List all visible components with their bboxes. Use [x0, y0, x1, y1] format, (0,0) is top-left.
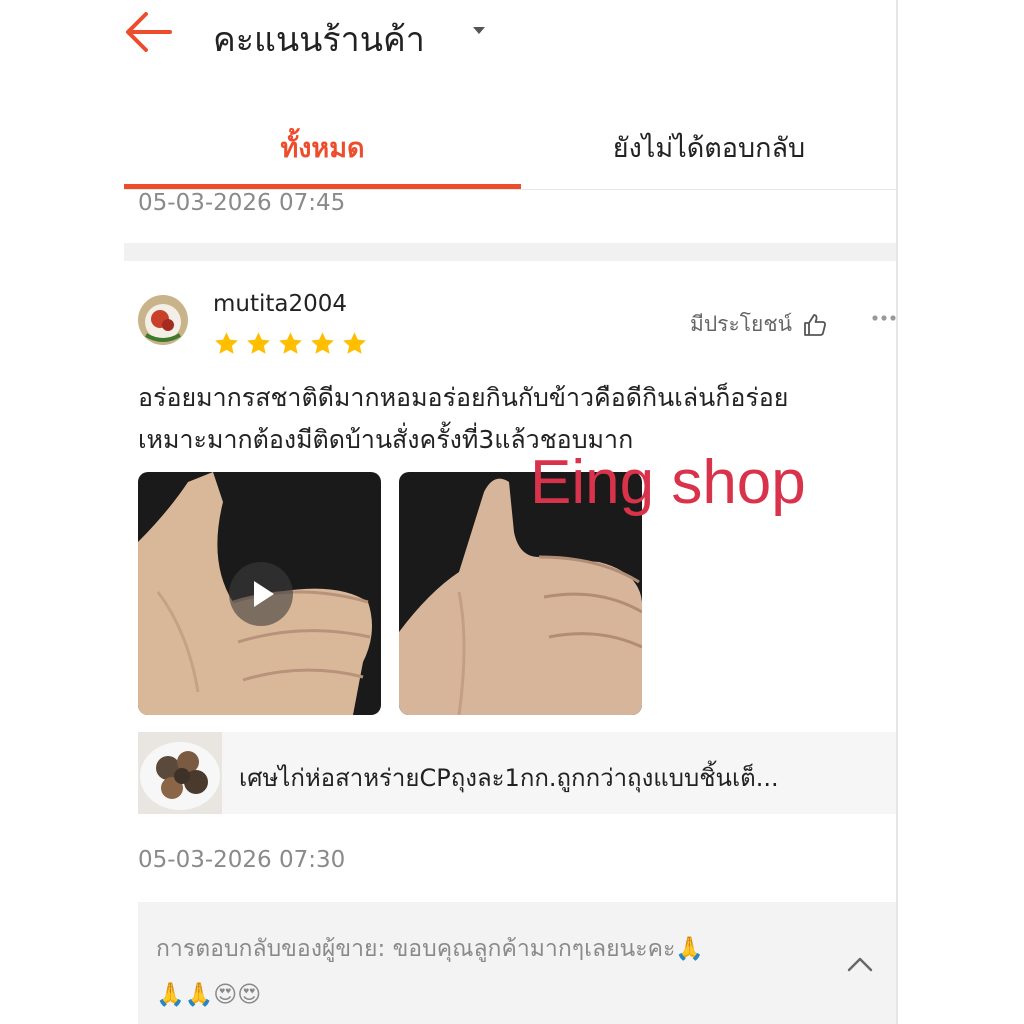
product-card[interactable]: เศษไก่ห่อสาหร่ายCPถุงละ1กก.ถูกกว่าถุงแบบ… [138, 732, 897, 814]
helpful-button[interactable]: มีประโยชน์ [690, 308, 828, 341]
seller-reply-text: การตอบกลับของผู้ขาย: ขอบคุณลูกค้ามากๆเลย… [156, 926, 816, 1018]
star-icon [311, 332, 334, 354]
arrow-left-icon[interactable] [124, 10, 174, 54]
tab-all[interactable]: ทั้งหมด [124, 126, 521, 169]
watermark: Eing shop [530, 448, 806, 517]
previous-review-timestamp: 05-03-2026 07:45 [138, 190, 346, 216]
more-dots-icon[interactable] [870, 308, 896, 328]
star-icon [343, 332, 366, 354]
page-title: คะแนนร้านค้า [213, 20, 425, 60]
chevron-up-icon[interactable] [846, 954, 874, 974]
tab-not-replied[interactable]: ยังไม่ได้ตอบกลับ [521, 126, 897, 169]
seller-reply: การตอบกลับของผู้ขาย: ขอบคุณลูกค้ามากๆเลย… [138, 902, 897, 1024]
reviewer-username: mutita2004 [213, 291, 348, 317]
avatar[interactable] [138, 295, 188, 345]
review-text-line: อร่อยมากรสชาติดีมากหอมอร่อยกินกับข้าวคือ… [138, 383, 789, 412]
screen: คะแนนร้านค้า ทั้งหมด ยังไม่ได้ตอบกลับ 05… [0, 0, 1024, 1024]
product-image [138, 732, 222, 814]
helpful-label: มีประโยชน์ [690, 312, 792, 336]
rating-stars [212, 330, 369, 358]
seller-reply-line: การตอบกลับของผู้ขาย: ขอบคุณลูกค้ามากๆเลย… [156, 936, 705, 962]
screen-edge [896, 0, 898, 1024]
thumbs-up-icon [804, 313, 826, 336]
star-icon [215, 332, 238, 354]
star-icon [279, 332, 302, 354]
play-icon[interactable] [229, 562, 293, 626]
caret-down-icon[interactable] [470, 22, 488, 41]
seller-reply-line: 🙏🙏😍😍 [156, 982, 262, 1008]
review-timestamp: 05-03-2026 07:30 [138, 847, 346, 873]
product-name: เศษไก่ห่อสาหร่ายCPถุงละ1กก.ถูกกว่าถุงแบบ… [239, 764, 779, 792]
review-separator [124, 243, 897, 261]
star-icon [247, 332, 270, 354]
